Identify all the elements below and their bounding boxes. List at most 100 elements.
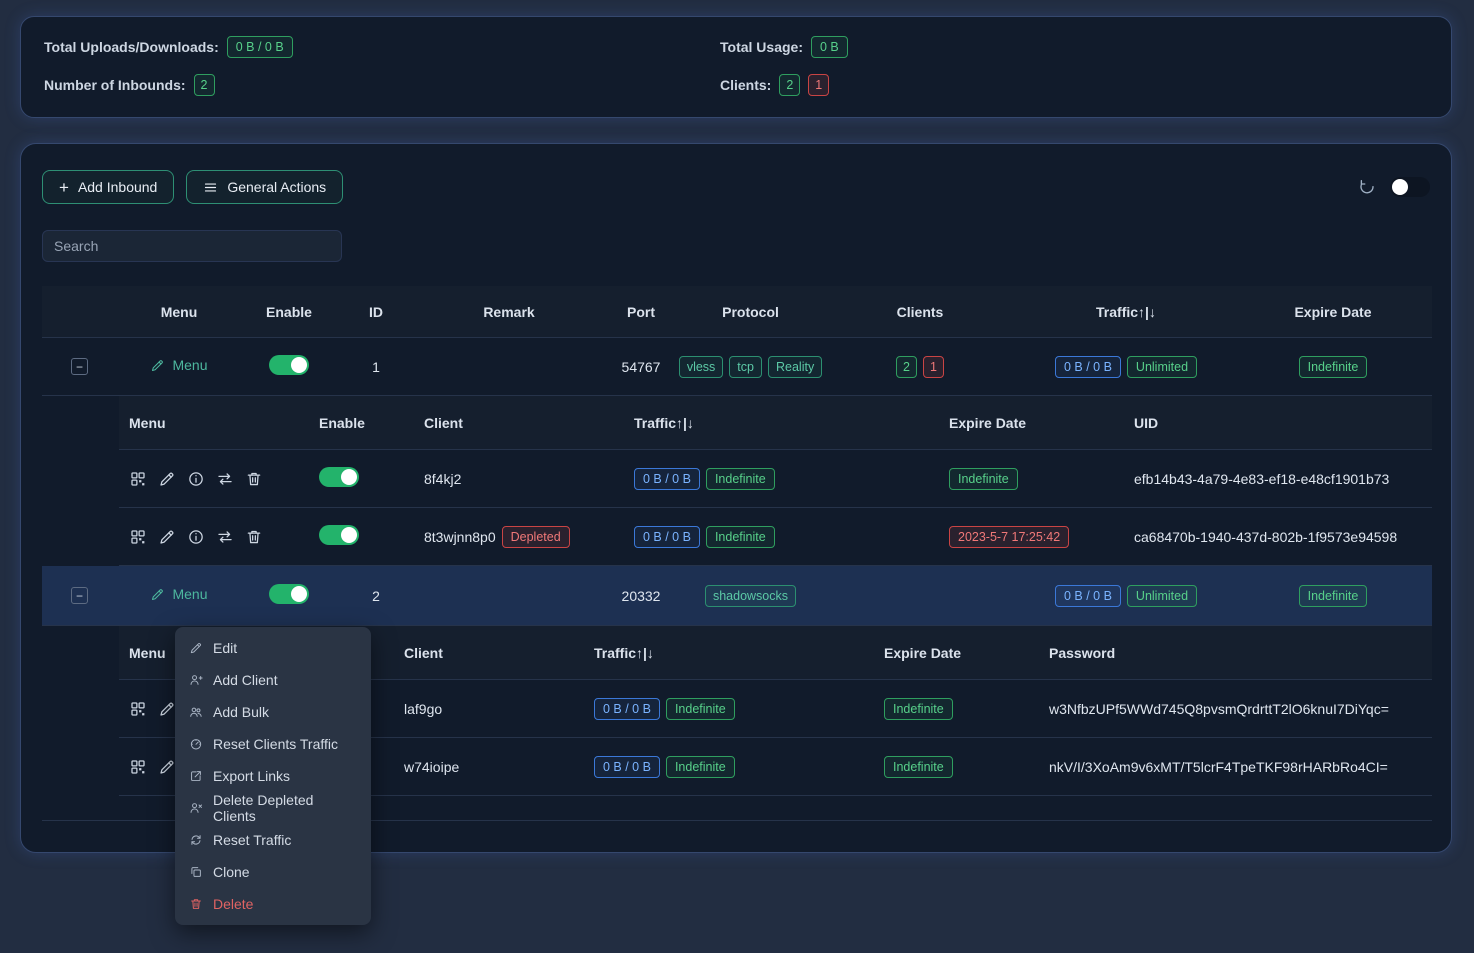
client-info-button[interactable] bbox=[187, 528, 205, 546]
edit-client-button[interactable] bbox=[158, 758, 176, 776]
stat-total-uploads-downloads: Total Uploads/Downloads: 0 B / 0 B bbox=[44, 35, 720, 59]
inbound-2-menu-button[interactable]: Menu bbox=[150, 586, 207, 602]
pencil-icon bbox=[158, 470, 176, 488]
client-name: w74ioipe bbox=[394, 759, 584, 775]
stat-clients-label: Clients: bbox=[720, 77, 771, 93]
qr-code-icon bbox=[129, 528, 147, 546]
gauge-icon bbox=[189, 737, 203, 751]
search-input[interactable] bbox=[42, 230, 342, 262]
traffic-limit-badge: Indefinite bbox=[666, 698, 735, 720]
client-qr-button[interactable] bbox=[129, 470, 147, 488]
client-traffic: 0 B / 0 B Indefinite bbox=[584, 698, 874, 720]
theme-toggle[interactable] bbox=[1390, 177, 1430, 197]
expire-badge: Indefinite bbox=[949, 468, 1018, 490]
client-enable-toggle[interactable] bbox=[319, 525, 359, 545]
client-password: w3NfbzUPf5WWd745Q8pvsmQrdrttT2lO6knuI7Di… bbox=[1039, 701, 1432, 717]
reset-client-traffic-button[interactable] bbox=[216, 470, 234, 488]
clients-depleted-badge: 1 bbox=[923, 356, 944, 378]
inbounds-table-header: Menu Enable ID Remark Port Protocol Clie… bbox=[42, 286, 1432, 338]
client-traffic: 0 B / 0 B Indefinite bbox=[584, 756, 874, 778]
sub-col-password: Password bbox=[1039, 645, 1432, 661]
user-x-icon bbox=[189, 801, 203, 815]
client-enable-toggle[interactable] bbox=[319, 467, 359, 487]
client-traffic: 0 B / 0 B Indefinite bbox=[624, 468, 939, 490]
edit-client-button[interactable] bbox=[158, 700, 176, 718]
pencil-icon bbox=[158, 700, 176, 718]
client-actions bbox=[119, 470, 309, 488]
menu-item-delete[interactable]: Delete bbox=[175, 888, 371, 920]
general-actions-button[interactable]: General Actions bbox=[186, 170, 343, 204]
inbound-2-enable-toggle[interactable] bbox=[269, 584, 309, 604]
client-name: 8t3wjnn8p0 bbox=[424, 529, 496, 545]
delete-client-button[interactable] bbox=[245, 528, 263, 546]
expire-badge: Indefinite bbox=[1299, 585, 1368, 607]
inbound-1-enable-toggle[interactable] bbox=[269, 355, 309, 375]
menu-item-edit[interactable]: Edit bbox=[175, 632, 371, 664]
stat-usage-value-badge: 0 B bbox=[811, 36, 848, 58]
stat-clients-active-badge: 2 bbox=[779, 74, 800, 96]
menu-item-label: Delete Depleted Clients bbox=[213, 792, 357, 824]
inbound-1-traffic: 0 B / 0 B Unlimited bbox=[1018, 356, 1234, 378]
client-qr-button[interactable] bbox=[129, 700, 147, 718]
delete-client-button[interactable] bbox=[245, 470, 263, 488]
client-password: nkV/I/3XoAm9v6xMT/T5lcrF4TpeTKF98rHARbRo… bbox=[1039, 759, 1432, 775]
menu-item-reset-traffic[interactable]: Reset Traffic bbox=[175, 824, 371, 856]
col-header-id: ID bbox=[337, 304, 415, 320]
menu-item-reset-clients-traffic[interactable]: Reset Clients Traffic bbox=[175, 728, 371, 760]
reset-client-traffic-button[interactable] bbox=[216, 528, 234, 546]
col-header-enable: Enable bbox=[241, 304, 337, 320]
refresh-button[interactable] bbox=[1358, 178, 1376, 196]
info-icon bbox=[187, 470, 205, 488]
inbound-2-id: 2 bbox=[337, 588, 415, 604]
sub-col-menu: Menu bbox=[119, 415, 309, 431]
inbound-context-menu: Edit Add Client Add Bulk Reset Clients T… bbox=[175, 627, 371, 925]
stat-clients: Clients: 2 1 bbox=[720, 73, 1451, 97]
inbound-1-menu-label: Menu bbox=[172, 357, 207, 373]
sub-col-traffic: Traffic↑|↓ bbox=[624, 415, 939, 431]
inbound-2-port: 20332 bbox=[603, 588, 679, 604]
client-info-button[interactable] bbox=[187, 470, 205, 488]
edit-client-button[interactable] bbox=[158, 528, 176, 546]
client-actions bbox=[119, 528, 309, 546]
menu-item-delete-depleted-clients[interactable]: Delete Depleted Clients bbox=[175, 792, 371, 824]
menu-item-add-client[interactable]: Add Client bbox=[175, 664, 371, 696]
sub-col-client: Client bbox=[394, 645, 584, 661]
pencil-icon bbox=[189, 641, 203, 655]
expire-badge: Indefinite bbox=[1299, 356, 1368, 378]
stat-inbounds-label: Number of Inbounds: bbox=[44, 77, 186, 93]
traffic-badge: 0 B / 0 B bbox=[634, 468, 700, 490]
collapse-row-button[interactable]: − bbox=[71, 358, 88, 375]
col-header-traffic-sort[interactable]: Traffic↑|↓ bbox=[1018, 304, 1234, 320]
col-header-menu: Menu bbox=[117, 304, 241, 320]
menu-item-label: Clone bbox=[213, 864, 250, 880]
expire-badge: 2023-5-7 17:25:42 bbox=[949, 526, 1069, 548]
edit-client-button[interactable] bbox=[158, 470, 176, 488]
collapse-row-button[interactable]: − bbox=[71, 587, 88, 604]
add-inbound-button[interactable]: + Add Inbound bbox=[42, 170, 174, 204]
traffic-badge: 0 B / 0 B bbox=[594, 698, 660, 720]
pencil-icon bbox=[158, 758, 176, 776]
hamburger-icon bbox=[203, 180, 218, 195]
client-traffic: 0 B / 0 B Indefinite bbox=[624, 526, 939, 548]
traffic-badge: 0 B / 0 B bbox=[1055, 356, 1121, 378]
pencil-icon bbox=[150, 587, 165, 602]
inbounds-page: Total Uploads/Downloads: 0 B / 0 B Total… bbox=[0, 0, 1474, 953]
sub-col-expire: Expire Date bbox=[874, 645, 1039, 661]
toggle-knob bbox=[291, 586, 307, 602]
menu-item-add-bulk[interactable]: Add Bulk bbox=[175, 696, 371, 728]
menu-item-label: Add Client bbox=[213, 672, 278, 688]
protocol-tag: Reality bbox=[768, 356, 822, 378]
client-qr-button[interactable] bbox=[129, 528, 147, 546]
inbound-row-2: − Menu 2 20332 shadowsocks 0 B / 0 B bbox=[42, 566, 1432, 626]
menu-item-clone[interactable]: Clone bbox=[175, 856, 371, 888]
col-header-remark: Remark bbox=[415, 304, 603, 320]
sub-col-client: Client bbox=[414, 415, 624, 431]
traffic-limit-badge: Indefinite bbox=[666, 756, 735, 778]
client-name: 8f4kj2 bbox=[414, 471, 624, 487]
menu-item-export-links[interactable]: Export Links bbox=[175, 760, 371, 792]
traffic-badge: 0 B / 0 B bbox=[1055, 585, 1121, 607]
client-qr-button[interactable] bbox=[129, 758, 147, 776]
inbound-1-menu-button[interactable]: Menu bbox=[150, 357, 207, 373]
copy-icon bbox=[189, 865, 203, 879]
stat-number-of-inbounds: Number of Inbounds: 2 bbox=[44, 73, 720, 97]
